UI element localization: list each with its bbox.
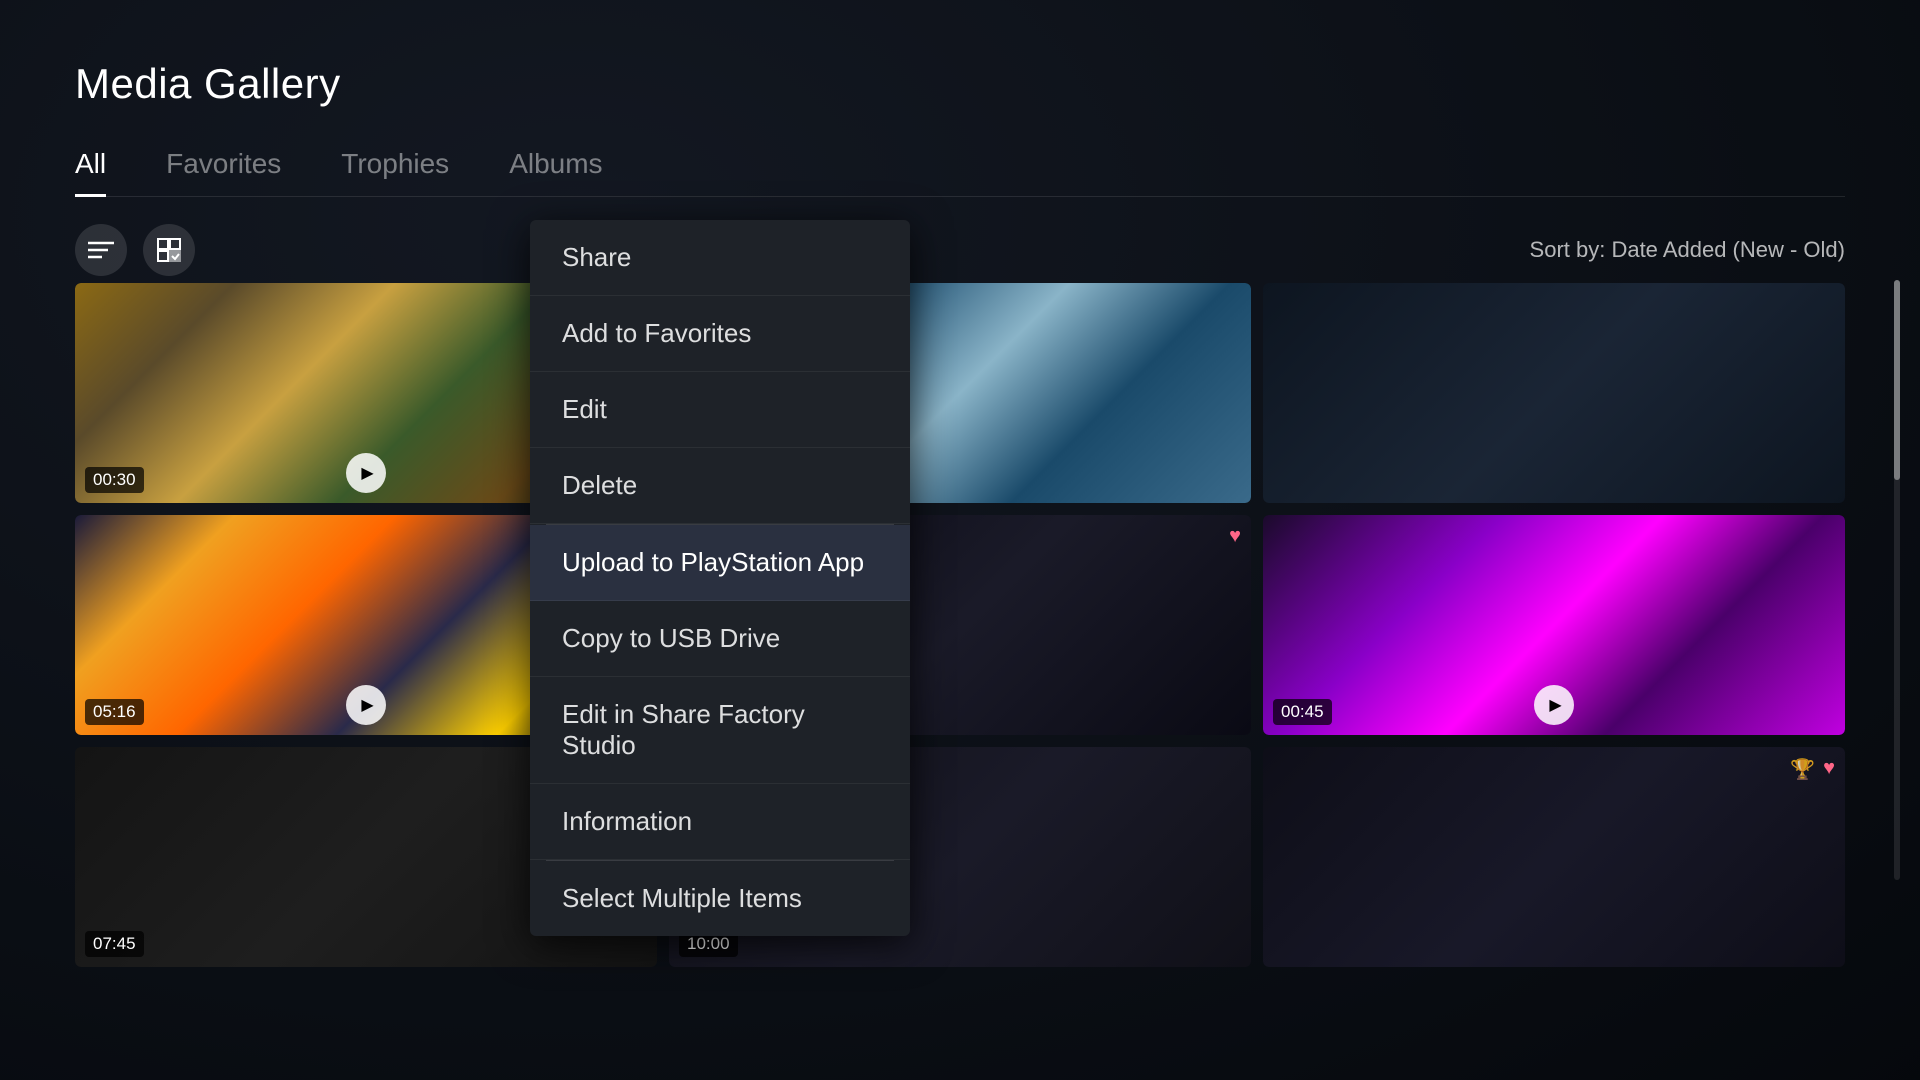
context-menu-share[interactable]: Share bbox=[530, 220, 910, 296]
context-menu-information[interactable]: Information bbox=[530, 784, 910, 860]
context-menu-delete[interactable]: Delete bbox=[530, 448, 910, 524]
context-menu-select-multiple[interactable]: Select Multiple Items bbox=[530, 861, 910, 936]
context-menu-add-favorites[interactable]: Add to Favorites bbox=[530, 296, 910, 372]
context-menu-edit[interactable]: Edit bbox=[530, 372, 910, 448]
context-menu-edit-share-factory[interactable]: Edit in Share Factory Studio bbox=[530, 677, 910, 784]
context-menu-upload-ps-app[interactable]: Upload to PlayStation App bbox=[530, 525, 910, 601]
context-menu-overlay[interactable]: Share Add to Favorites Edit Delete Uploa… bbox=[0, 0, 1920, 1080]
context-menu-copy-usb[interactable]: Copy to USB Drive bbox=[530, 601, 910, 677]
context-menu: Share Add to Favorites Edit Delete Uploa… bbox=[530, 220, 910, 936]
